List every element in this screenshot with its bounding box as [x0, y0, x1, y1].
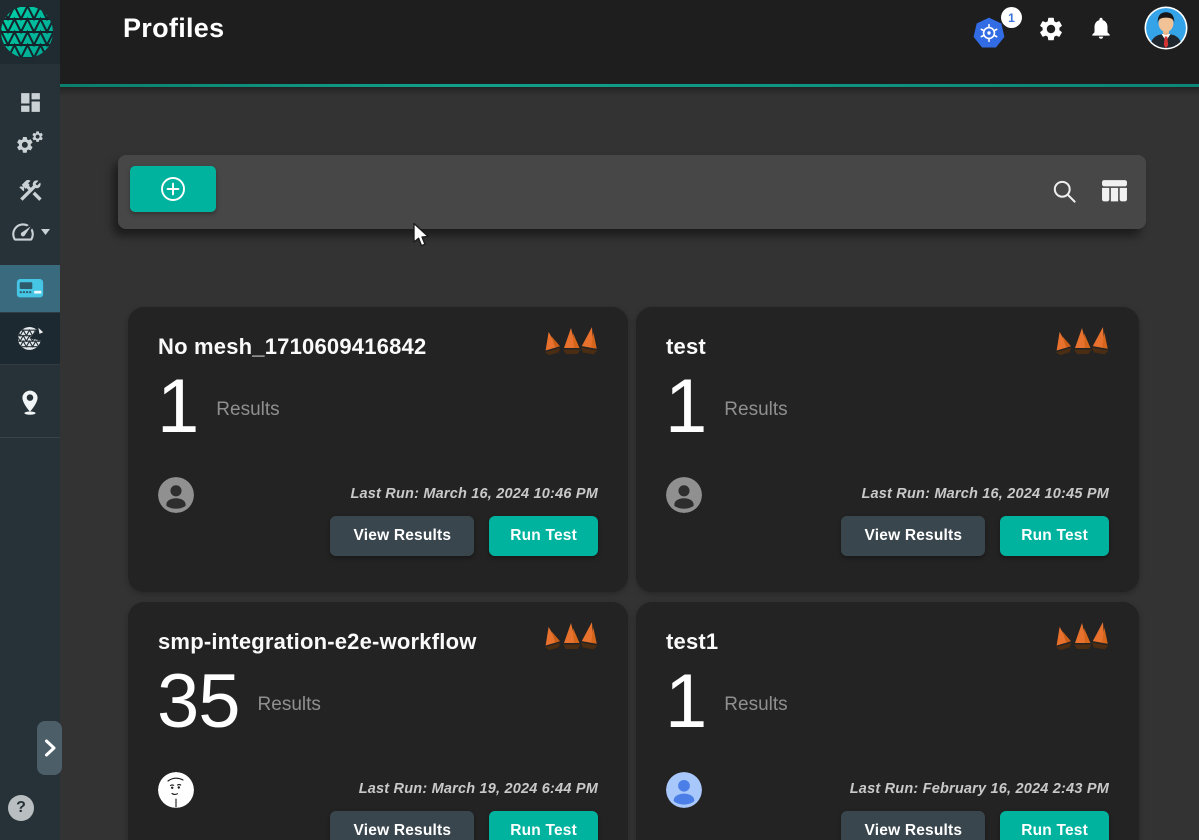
- location-pin-icon: [17, 388, 43, 416]
- configuration-tools-icon: [17, 177, 44, 204]
- header-accent-line: [60, 84, 1199, 87]
- header-bar: Profiles 1: [60, 0, 1199, 84]
- results-summary: 35 Results: [157, 664, 321, 740]
- sidebar-divider: [0, 437, 60, 438]
- profile-title: smp-integration-e2e-workflow: [158, 629, 477, 655]
- sailboats-icon: [542, 622, 602, 665]
- run-test-button[interactable]: Run Test: [1000, 516, 1109, 556]
- user-avatar[interactable]: [1144, 6, 1188, 55]
- lifecycle-gears-icon: [15, 130, 45, 158]
- extensions-mesh-icon: [17, 325, 44, 352]
- last-run-timestamp: Last Run: March 19, 2024 6:44 PM: [359, 781, 598, 797]
- run-test-button[interactable]: Run Test: [1000, 811, 1109, 840]
- sidebar-item-performance[interactable]: [0, 210, 60, 254]
- chevron-down-icon: [41, 229, 50, 235]
- results-label: Results: [216, 399, 279, 421]
- results-label: Results: [258, 694, 321, 716]
- chevron-right-icon: [44, 739, 56, 757]
- add-profile-button[interactable]: [130, 166, 216, 212]
- view-results-button[interactable]: View Results: [330, 516, 474, 556]
- profile-title: test: [666, 334, 706, 360]
- settings-button[interactable]: [1037, 15, 1065, 48]
- profile-card: smp-integration-e2e-workflow: [128, 602, 628, 840]
- run-test-button[interactable]: Run Test: [489, 516, 598, 556]
- card-footer: Last Run: March 16, 2024 10:46 PM View R…: [158, 477, 598, 556]
- sidebar-item-dashboard[interactable]: [0, 80, 60, 124]
- profile-title: No mesh_1710609416842: [158, 334, 426, 360]
- doodle-face-avatar-icon: [158, 772, 194, 808]
- sidebar-item-configuration[interactable]: [0, 168, 60, 212]
- person-circle-blue-icon: [666, 772, 702, 808]
- profile-title: test1: [666, 629, 718, 655]
- app-logo[interactable]: [0, 0, 60, 64]
- bell-icon: [1088, 15, 1114, 41]
- last-run-timestamp: Last Run: March 16, 2024 10:46 PM: [350, 486, 598, 502]
- profile-card: test1 1: [636, 602, 1139, 840]
- profile-card: test 1: [636, 307, 1139, 592]
- results-summary: 1 Results: [157, 369, 280, 445]
- search-button[interactable]: [1051, 178, 1078, 210]
- results-count: 1: [665, 664, 706, 740]
- performance-speedometer-icon: [10, 219, 36, 245]
- plus-circle-icon: [160, 176, 186, 202]
- view-results-button[interactable]: View Results: [330, 811, 474, 840]
- search-icon: [1051, 178, 1078, 205]
- run-test-button[interactable]: Run Test: [489, 811, 598, 840]
- last-run-timestamp: Last Run: March 16, 2024 10:45 PM: [861, 486, 1109, 502]
- sailboats-icon: [1053, 327, 1113, 370]
- card-footer: Last Run: February 16, 2024 2:43 PM View…: [666, 772, 1109, 840]
- view-results-button[interactable]: View Results: [841, 811, 985, 840]
- table-view-toggle-button[interactable]: [1101, 178, 1128, 209]
- results-summary: 1 Results: [665, 664, 788, 740]
- help-button[interactable]: ?: [8, 795, 34, 821]
- card-footer: Last Run: March 19, 2024 6:44 PM View Re…: [158, 772, 598, 840]
- profile-card: No mesh_1710609416842: [128, 307, 628, 592]
- sidebar-item-extensions[interactable]: [0, 312, 60, 365]
- sailboats-icon: [1053, 622, 1113, 665]
- card-footer: Last Run: March 16, 2024 10:45 PM View R…: [666, 477, 1109, 556]
- dashboard-icon: [18, 90, 43, 115]
- profiles-toolbar: [118, 155, 1146, 229]
- kubernetes-context-button[interactable]: 1: [972, 7, 1022, 53]
- page-title: Profiles: [123, 13, 224, 44]
- sidebar-item-profiles-active[interactable]: [0, 265, 60, 312]
- results-label: Results: [724, 399, 787, 421]
- app-window: Profiles 1: [0, 0, 1199, 840]
- person-circle-gray-icon: [666, 477, 702, 513]
- expand-sidebar-button[interactable]: [37, 721, 62, 775]
- results-count: 1: [157, 369, 198, 445]
- kubernetes-context-count-badge: 1: [1001, 7, 1022, 28]
- sailboats-icon: [542, 327, 602, 370]
- view-results-button[interactable]: View Results: [841, 516, 985, 556]
- last-run-timestamp: Last Run: February 16, 2024 2:43 PM: [850, 781, 1109, 797]
- notifications-button[interactable]: [1088, 15, 1114, 46]
- results-count: 35: [157, 664, 240, 740]
- profiles-meter-icon: [16, 278, 44, 299]
- gear-icon: [1037, 15, 1065, 43]
- results-summary: 1 Results: [665, 369, 788, 445]
- meshery-logo: [0, 0, 56, 64]
- table-view-icon: [1101, 178, 1128, 204]
- results-label: Results: [724, 694, 787, 716]
- sidebar: ?: [0, 0, 60, 840]
- sidebar-item-location[interactable]: [0, 377, 60, 427]
- person-circle-gray-icon: [158, 477, 194, 513]
- sidebar-item-lifecycle[interactable]: [0, 122, 60, 166]
- results-count: 1: [665, 369, 706, 445]
